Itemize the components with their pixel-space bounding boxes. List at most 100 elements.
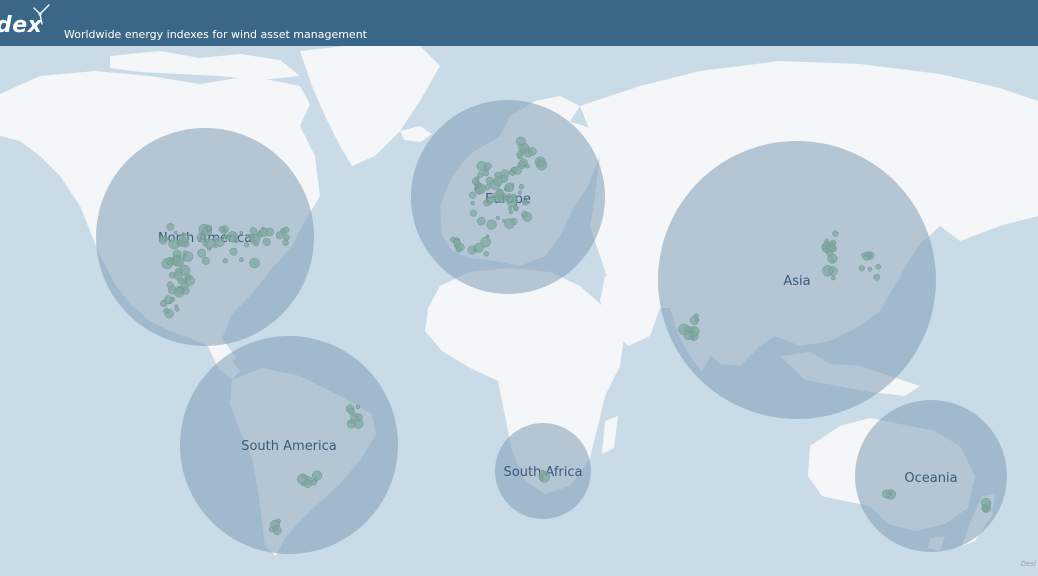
wind-site-marker (181, 282, 189, 290)
wind-site-marker (539, 476, 545, 482)
wind-site-marker (522, 199, 528, 205)
wind-site-marker (248, 233, 255, 240)
wind-site-marker (474, 242, 484, 253)
region-label-oceania: Oceania (904, 471, 957, 486)
wind-site-marker (830, 258, 835, 263)
wind-site-marker (453, 238, 461, 247)
wind-site-marker (164, 295, 173, 305)
wind-site-marker (265, 227, 274, 237)
wind-site-marker (508, 206, 512, 211)
wind-site-marker (508, 209, 514, 214)
wind-site-marker (518, 183, 525, 190)
wind-site-marker (301, 481, 306, 487)
wind-site-marker (222, 258, 228, 264)
wind-site-marker (517, 190, 523, 195)
wind-site-marker (468, 191, 477, 199)
wind-site-marker (517, 153, 523, 160)
wind-site-marker (197, 248, 207, 258)
wind-site-marker (226, 231, 239, 243)
wind-site-marker (477, 216, 486, 226)
wind-site-marker (205, 225, 213, 232)
wind-site-marker (506, 193, 512, 198)
wind-site-marker (512, 205, 518, 211)
wind-site-marker (528, 147, 537, 156)
wind-site-marker (832, 230, 839, 237)
wind-site-marker (693, 313, 699, 319)
wind-site-marker (525, 164, 530, 169)
wind-site-marker (243, 242, 250, 248)
wind-site-marker (502, 218, 506, 223)
wind-site-marker (173, 230, 178, 235)
wind-site-marker (159, 236, 168, 245)
wind-site-marker (174, 304, 179, 309)
region-asia[interactable]: Asia (658, 141, 936, 419)
wind-site-marker (477, 171, 484, 178)
wind-site-marker (678, 323, 690, 336)
wind-site-marker (229, 247, 238, 256)
wind-site-marker (469, 209, 477, 217)
wind-site-marker (455, 246, 462, 253)
wind-site-marker (828, 266, 838, 276)
wind-site-marker (215, 237, 225, 247)
wind-site-marker (482, 170, 490, 177)
region-oceania[interactable]: Oceania (855, 400, 1007, 552)
wind-site-marker (822, 242, 830, 250)
wind-site-marker (312, 470, 323, 481)
wind-site-marker (875, 264, 881, 270)
wind-site-marker (867, 252, 872, 258)
wind-site-marker (484, 184, 491, 191)
wind-site-marker (504, 218, 515, 229)
wind-site-marker (861, 252, 866, 258)
wind-site-marker (355, 413, 363, 422)
wind-turbine-icon (33, 4, 50, 25)
region-south-america[interactable]: South America (180, 336, 398, 554)
wind-site-marker (476, 183, 481, 188)
region-label-asia: Asia (783, 274, 810, 289)
wind-site-marker (183, 251, 194, 262)
wind-site-marker (867, 266, 873, 272)
wind-site-marker (163, 307, 170, 314)
wind-site-marker (539, 469, 546, 477)
world-map[interactable]: North America Europe Asia South America … (0, 46, 1038, 576)
wind-site-marker (239, 257, 244, 263)
wind-site-marker (537, 158, 541, 163)
world-map-canvas: North America Europe Asia South America … (0, 46, 1038, 576)
wind-site-marker (282, 239, 289, 246)
wind-site-marker (522, 212, 532, 222)
wind-site-marker (873, 273, 881, 281)
wind-site-marker (691, 336, 695, 340)
wind-site-marker (981, 504, 989, 512)
wind-site-marker (268, 526, 275, 533)
wind-site-marker (202, 240, 209, 247)
wind-site-marker (858, 265, 865, 272)
wind-site-marker (486, 219, 497, 230)
wind-site-marker (275, 231, 284, 240)
wind-site-marker (201, 256, 210, 265)
wind-site-marker (179, 232, 190, 243)
wind-site-marker (493, 176, 503, 186)
wind-site-marker (882, 489, 891, 499)
wind-site-marker (166, 222, 175, 231)
app-tagline: Worldwide energy indexes for wind asset … (64, 28, 367, 41)
wind-site-marker (262, 237, 271, 246)
wind-site-marker (346, 419, 356, 429)
wind-site-marker (355, 404, 361, 410)
wind-site-marker (249, 257, 260, 269)
wind-site-marker (483, 199, 491, 207)
wind-site-marker (510, 183, 515, 188)
wind-site-marker (173, 255, 185, 267)
wind-site-marker (282, 226, 290, 234)
wind-site-marker (483, 251, 490, 257)
wind-site-marker (484, 162, 492, 170)
app-header: dex Worldwide energy indexes for wind as… (0, 0, 1038, 46)
wind-site-marker (516, 136, 526, 147)
map-credit: Desi (1020, 560, 1036, 568)
wind-site-marker (218, 226, 226, 233)
wind-site-marker (470, 201, 475, 206)
region-label-south-america: South America (241, 439, 337, 454)
wind-site-marker (513, 166, 522, 175)
wind-site-marker (249, 227, 258, 235)
wind-site-marker (831, 275, 836, 281)
wind-site-marker (495, 215, 500, 221)
wind-site-marker (495, 188, 504, 197)
